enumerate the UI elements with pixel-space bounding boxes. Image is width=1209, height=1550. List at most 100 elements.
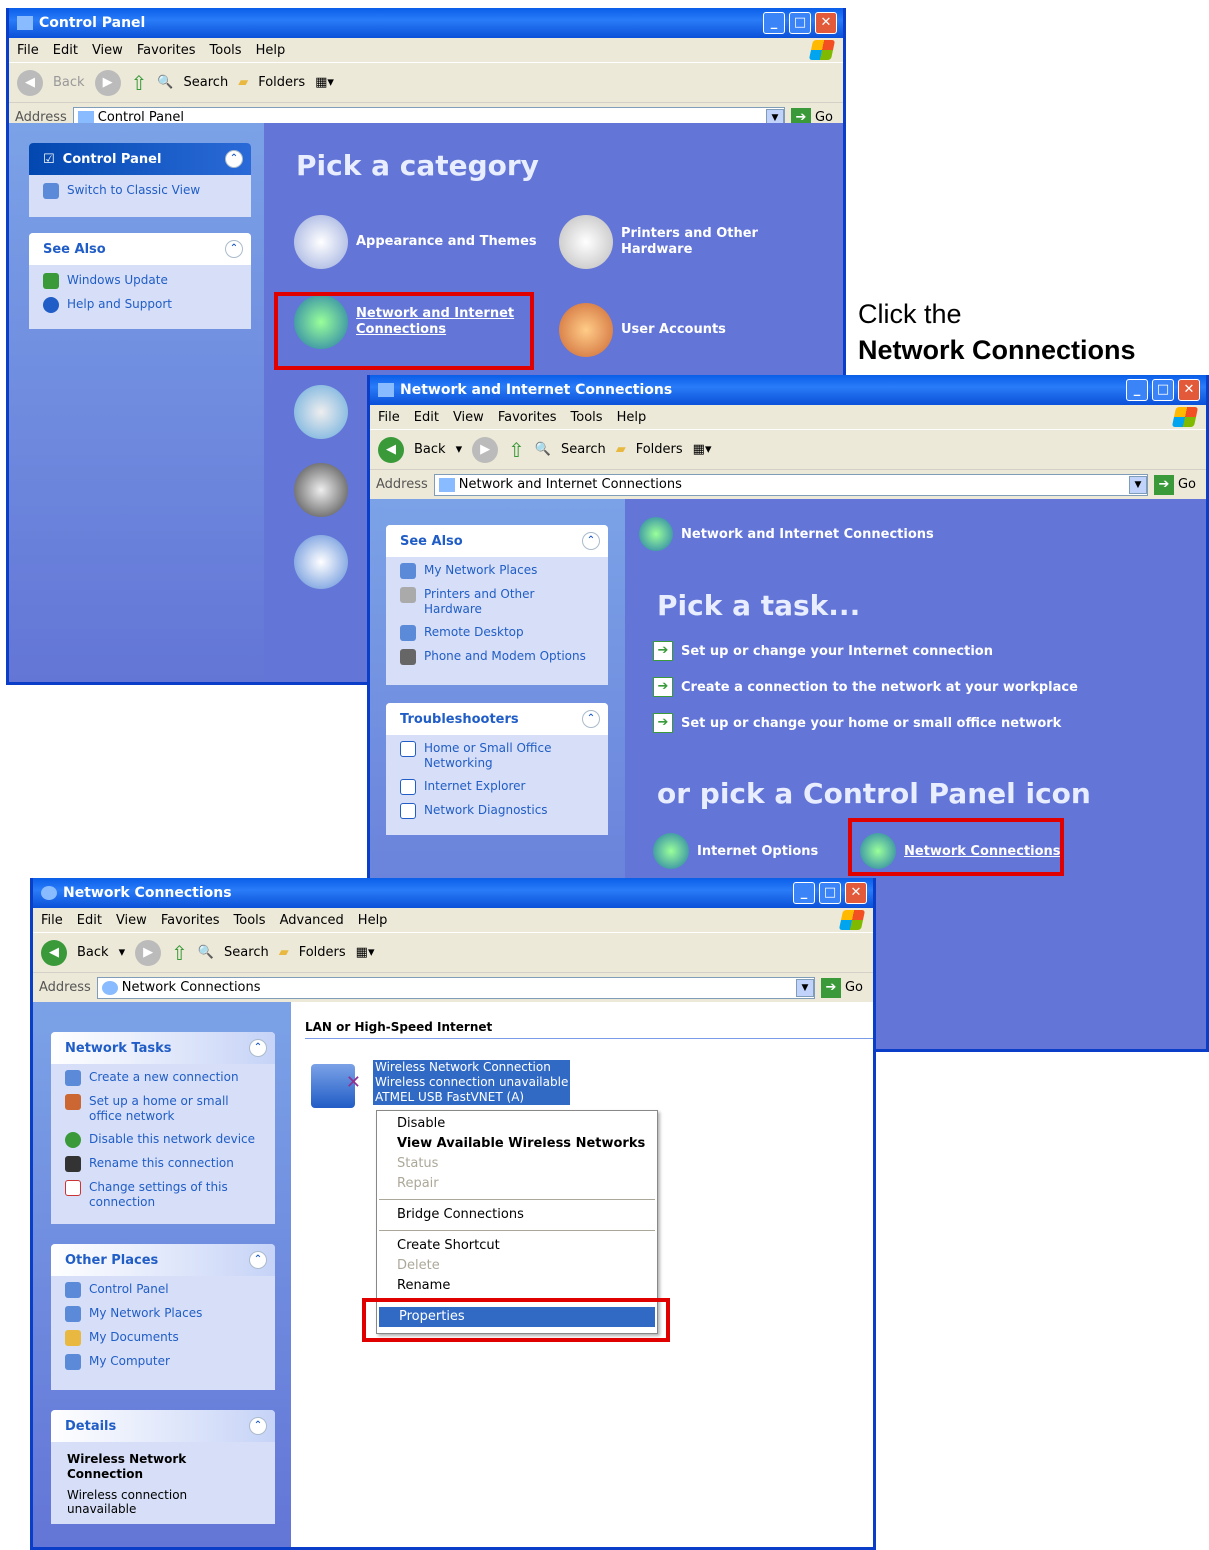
menu-file[interactable]: File (41, 913, 63, 928)
home-network-link[interactable]: Set up a home or small office network (51, 1090, 275, 1128)
close-button[interactable]: ✕ (845, 882, 867, 904)
forward-arrow-icon[interactable]: ▶ (472, 436, 499, 463)
search-button[interactable]: Search (561, 442, 606, 457)
go-button[interactable]: ➔ Go (1153, 474, 1206, 495)
change-settings-link[interactable]: Change settings of this connection (51, 1176, 275, 1214)
panel-header[interactable]: See Also ⌃ (29, 233, 251, 265)
collapse-icon[interactable]: ⌃ (582, 532, 600, 550)
up-folder-icon[interactable]: ⇧ (171, 941, 188, 965)
panel-header[interactable]: Details ⌃ (51, 1410, 275, 1442)
collapse-icon[interactable]: ⌃ (249, 1417, 267, 1435)
panel-header[interactable]: ☑ Control Panel ⌃ (29, 143, 251, 175)
menu-view-wireless[interactable]: View Available Wireless Networks (377, 1134, 657, 1154)
ie-trouble-link[interactable]: Internet Explorer (386, 775, 608, 799)
menu-tools[interactable]: Tools (234, 913, 266, 928)
windows-update-link[interactable]: Windows Update (29, 265, 251, 293)
network-diag-link[interactable]: Network Diagnostics (386, 799, 608, 823)
panel-header[interactable]: Troubleshooters ⌃ (386, 703, 608, 735)
folders-button[interactable]: Folders (299, 945, 346, 960)
collapse-icon[interactable]: ⌃ (249, 1039, 267, 1057)
address-input[interactable]: Network Connections ▼ (96, 976, 815, 999)
up-folder-icon[interactable]: ⇧ (131, 71, 148, 95)
title-bar[interactable]: Network and Internet Connections _ □ ✕ (370, 375, 1206, 405)
task-home-network[interactable]: ➔ Set up or change your home or small off… (653, 713, 1061, 733)
menu-help[interactable]: Help (256, 43, 286, 58)
views-icon[interactable]: ▦▾ (693, 442, 712, 457)
create-connection-link[interactable]: Create a new connection (51, 1064, 275, 1090)
close-button[interactable]: ✕ (1178, 379, 1200, 401)
collapse-icon[interactable]: ⌃ (225, 150, 243, 168)
menu-favorites[interactable]: Favorites (137, 43, 196, 58)
help-support-link[interactable]: Help and Support (29, 293, 251, 317)
folders-button[interactable]: Folders (636, 442, 683, 457)
menu-rename[interactable]: Rename (377, 1276, 657, 1296)
home-office-trouble-link[interactable]: Home or Small Office Networking (386, 735, 608, 775)
back-arrow-icon[interactable]: ◀ (17, 69, 43, 96)
control-panel-link[interactable]: Control Panel (51, 1276, 275, 1302)
menu-favorites[interactable]: Favorites (161, 913, 220, 928)
my-network-places-link[interactable]: My Network Places (51, 1302, 275, 1326)
internet-options-icon-link[interactable]: Internet Options (653, 833, 818, 869)
title-bar[interactable]: Control Panel _ □ ✕ (9, 8, 843, 38)
panel-header[interactable]: Other Places ⌃ (51, 1244, 275, 1276)
menu-edit[interactable]: Edit (53, 43, 78, 58)
views-icon[interactable]: ▦▾ (315, 75, 334, 90)
category-users[interactable]: User Accounts (559, 303, 726, 357)
menu-bridge[interactable]: Bridge Connections (377, 1205, 657, 1225)
minimize-button[interactable]: _ (793, 882, 815, 904)
dropdown-icon[interactable]: ▾ (119, 945, 126, 960)
panel-header[interactable]: Network Tasks ⌃ (51, 1032, 275, 1064)
maximize-button[interactable]: □ (819, 882, 841, 904)
panel-header[interactable]: See Also ⌃ (386, 525, 608, 557)
minimize-button[interactable]: _ (763, 12, 785, 34)
menu-edit[interactable]: Edit (414, 410, 439, 425)
back-button[interactable]: Back (77, 945, 109, 960)
connection-item[interactable]: Wireless Network Connection Wireless con… (373, 1060, 571, 1105)
back-arrow-icon[interactable]: ◀ (378, 436, 404, 463)
rename-connection-link[interactable]: Rename this connection (51, 1152, 275, 1176)
go-button[interactable]: ➔ Go (820, 977, 873, 998)
menu-favorites[interactable]: Favorites (498, 410, 557, 425)
up-folder-icon[interactable]: ⇧ (508, 438, 525, 462)
disable-device-link[interactable]: Disable this network device (51, 1128, 275, 1152)
task-workplace-connection[interactable]: ➔ Create a connection to the network at y… (653, 677, 1078, 697)
forward-arrow-icon[interactable]: ▶ (135, 939, 162, 966)
title-bar[interactable]: Network Connections _ □ ✕ (33, 878, 873, 908)
task-internet-connection[interactable]: ➔ Set up or change your Internet connecti… (653, 641, 993, 661)
maximize-button[interactable]: □ (1152, 379, 1174, 401)
phone-modem-link[interactable]: Phone and Modem Options (386, 645, 608, 669)
menu-view[interactable]: View (116, 913, 147, 928)
my-computer-link[interactable]: My Computer (51, 1350, 275, 1374)
back-arrow-icon[interactable]: ◀ (41, 939, 67, 966)
remote-desktop-link[interactable]: Remote Desktop (386, 621, 608, 645)
menu-advanced[interactable]: Advanced (280, 913, 344, 928)
maximize-button[interactable]: □ (789, 12, 811, 34)
wireless-adapter-icon[interactable]: ✕ (311, 1064, 361, 1108)
menu-edit[interactable]: Edit (77, 913, 102, 928)
menu-help[interactable]: Help (617, 410, 647, 425)
my-documents-link[interactable]: My Documents (51, 1326, 275, 1350)
menu-tools[interactable]: Tools (210, 43, 242, 58)
printers-link[interactable]: Printers and Other Hardware (386, 583, 608, 621)
menu-view[interactable]: View (453, 410, 484, 425)
search-button[interactable]: Search (224, 945, 269, 960)
menu-file[interactable]: File (378, 410, 400, 425)
folders-button[interactable]: Folders (258, 75, 305, 90)
menu-tools[interactable]: Tools (571, 410, 603, 425)
menu-create-shortcut[interactable]: Create Shortcut (377, 1236, 657, 1256)
menu-view[interactable]: View (92, 43, 123, 58)
collapse-icon[interactable]: ⌃ (249, 1251, 267, 1269)
dropdown-icon[interactable]: ▼ (795, 978, 814, 997)
menu-file[interactable]: File (17, 43, 39, 58)
menu-help[interactable]: Help (358, 913, 388, 928)
views-icon[interactable]: ▦▾ (356, 945, 375, 960)
collapse-icon[interactable]: ⌃ (582, 710, 600, 728)
dropdown-icon[interactable]: ▾ (456, 442, 463, 457)
category-printers[interactable]: Printers and Other Hardware (559, 215, 769, 269)
search-button[interactable]: Search (184, 75, 229, 90)
dropdown-icon[interactable]: ▼ (1128, 475, 1147, 494)
switch-classic-link[interactable]: Switch to Classic View (29, 175, 251, 203)
menu-disable[interactable]: Disable (377, 1114, 657, 1134)
address-input[interactable]: Network and Internet Connections ▼ (433, 473, 1148, 496)
back-button[interactable]: Back (53, 75, 85, 90)
